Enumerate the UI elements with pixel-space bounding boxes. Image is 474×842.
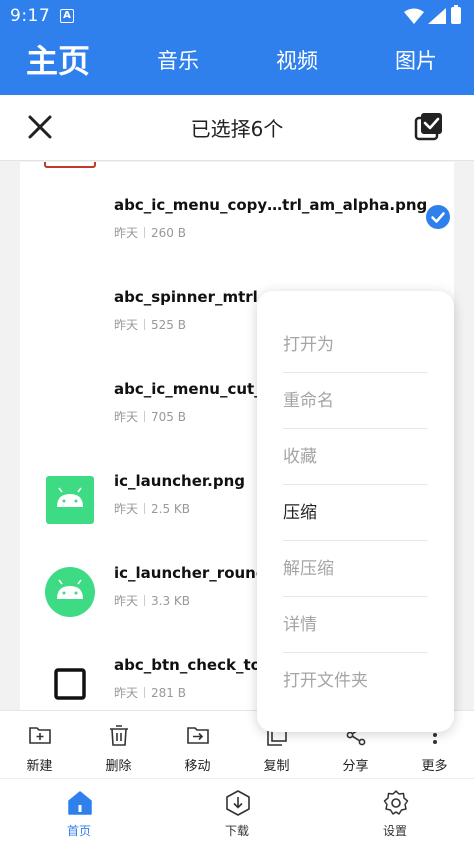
nav-download[interactable]: 下载: [158, 779, 316, 842]
file-thumbnail: [44, 290, 96, 342]
settings-icon: [383, 790, 409, 815]
nav-home[interactable]: 首页: [0, 779, 158, 842]
file-meta: 昨天 260 B: [114, 224, 186, 241]
download-icon: [226, 790, 250, 816]
status-bar: 9:17 A: [0, 0, 474, 32]
wifi-icon: [404, 8, 424, 24]
file-meta: 昨天 281 B: [114, 684, 186, 701]
new-label: 新建: [26, 759, 53, 774]
file-size: 3.3 KB: [151, 594, 191, 608]
file-date: 昨天: [114, 410, 139, 424]
selection-bar: 已选择6个: [0, 95, 474, 161]
copy-label: 复制: [263, 759, 290, 774]
file-name: ic_launcher.png: [114, 472, 246, 490]
tab-video[interactable]: 视频: [276, 35, 318, 87]
menu-item-compress[interactable]: 压缩: [283, 485, 428, 541]
file-name: abc_ic_menu_cut_: [114, 380, 262, 398]
signal-icon: [428, 8, 446, 24]
new-button[interactable]: 新建: [0, 711, 79, 779]
new-folder-icon: [29, 727, 51, 744]
checkbox-outline-icon: [54, 668, 86, 700]
file-meta: 昨天 705 B: [114, 408, 186, 425]
file-meta: 昨天 3.3 KB: [114, 592, 190, 609]
move-button[interactable]: 移动: [158, 711, 237, 779]
file-size: 260 B: [151, 226, 186, 240]
select-all-icon[interactable]: [414, 111, 444, 141]
file-name: abc_btn_check_to_: [114, 656, 269, 674]
status-time: 9:17: [10, 6, 51, 26]
file-name: abc_spinner_mtrl_: [114, 288, 266, 306]
file-thumbnail: [44, 382, 96, 434]
menu-item-details[interactable]: 详情: [283, 597, 428, 653]
android-round-icon: [45, 567, 95, 617]
move-label: 移动: [184, 759, 211, 774]
android-square-icon: [46, 476, 94, 524]
file-size: 281 B: [151, 686, 186, 700]
file-size: 2.5 KB: [151, 502, 191, 516]
selection-count-title: 已选择6个: [190, 117, 284, 141]
tab-music[interactable]: 音乐: [157, 35, 199, 87]
file-size: 705 B: [151, 410, 186, 424]
delete-button[interactable]: 删除: [79, 711, 158, 779]
file-row[interactable]: abc_ic_menu_copy…trl_am_alpha.png 昨天 260 …: [20, 178, 454, 270]
home-icon: [68, 791, 92, 815]
nav-home-label: 首页: [66, 824, 91, 838]
file-date: 昨天: [114, 226, 139, 240]
menu-item-favorite[interactable]: 收藏: [283, 429, 428, 485]
nav-settings-label: 设置: [382, 824, 407, 838]
file-meta: 昨天 525 B: [114, 316, 186, 333]
file-thumbnail-partial: [44, 162, 96, 168]
move-folder-icon: [187, 727, 209, 744]
selected-check-icon[interactable]: [426, 205, 450, 229]
battery-icon: [451, 5, 461, 24]
file-date: 昨天: [114, 318, 139, 332]
menu-item-extract[interactable]: 解压缩: [283, 541, 428, 597]
top-tabs: 主页 音乐 视频 图片: [0, 35, 474, 87]
menu-item-open-folder[interactable]: 打开文件夹: [283, 653, 428, 709]
file-meta: 昨天 2.5 KB: [114, 500, 190, 517]
menu-item-rename[interactable]: 重命名: [283, 373, 428, 429]
nav-download-label: 下载: [224, 824, 249, 838]
more-label: 更多: [421, 759, 448, 774]
file-size: 525 B: [151, 318, 186, 332]
file-thumbnail: [44, 198, 96, 250]
tab-home[interactable]: 主页: [26, 35, 90, 87]
nav-settings[interactable]: 设置: [316, 779, 474, 842]
trash-icon: [110, 725, 128, 746]
file-name: abc_ic_menu_copy…trl_am_alpha.png: [114, 196, 428, 214]
file-date: 昨天: [114, 594, 139, 608]
top-app-bar: 9:17 A 主页 音乐 视频 图片: [0, 0, 474, 95]
notification-a-icon: A: [60, 9, 74, 23]
file-name: ic_launcher_round: [114, 564, 267, 582]
delete-label: 删除: [105, 759, 132, 774]
share-label: 分享: [342, 759, 369, 774]
menu-item-open-as[interactable]: 打开为: [283, 317, 428, 373]
bottom-navigation: 首页 下载 设置: [0, 778, 474, 842]
file-manager-screen: 9:17 A 主页 音乐 视频 图片 已选择6个 abc_ic_menu_cop…: [0, 0, 474, 842]
context-menu: 打开为 重命名 收藏 压缩 解压缩 详情 打开文件夹: [257, 291, 454, 732]
file-date: 昨天: [114, 502, 139, 516]
tab-pictures[interactable]: 图片: [395, 35, 437, 87]
file-date: 昨天: [114, 686, 139, 700]
